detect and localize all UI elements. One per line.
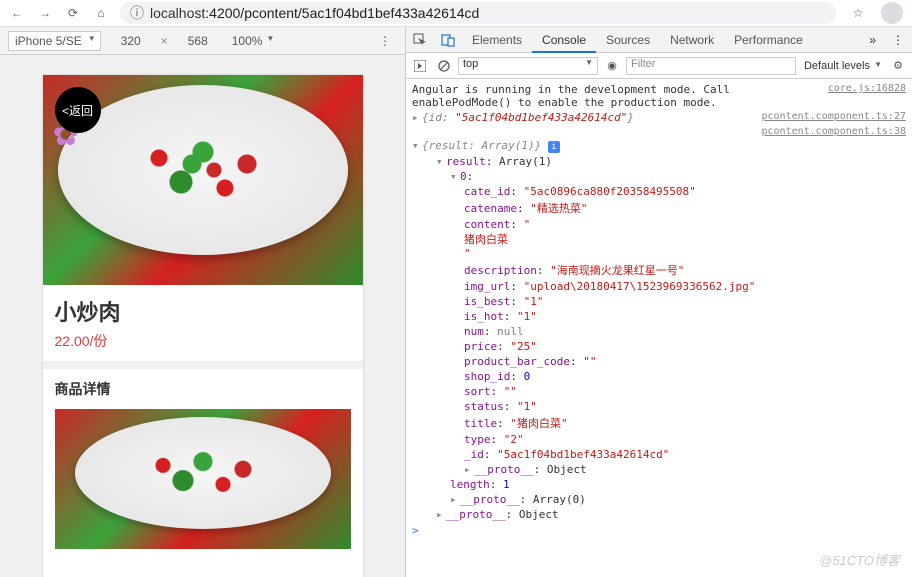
food-plate-illustration [58,85,348,255]
console-line: price: "25" [406,339,912,354]
dish-hero-image: <返回 [43,75,363,285]
zoom-select[interactable]: 100% [228,32,277,50]
tab-console[interactable]: Console [532,27,596,53]
reload-icon[interactable]: ⟳ [64,4,82,22]
console-line: ▾0: [406,169,912,184]
dish-title: 小炒肉 [43,285,363,331]
tabs-overflow-icon[interactable]: » [861,33,884,47]
device-select[interactable]: iPhone 5/SE [8,31,101,51]
tab-network[interactable]: Network [660,27,724,53]
home-icon[interactable]: ⌂ [92,4,110,22]
console-line: ▾{result: Array(1)} i [406,138,912,154]
console-line: content: "猪肉白菜" [406,217,912,261]
clear-console-icon[interactable] [434,56,454,76]
console-line: img_url: "upload\20180417\1523969336562.… [406,279,912,294]
log-levels-select[interactable]: Default levels [800,60,884,72]
console-line: title: "猪肉白菜" [406,414,912,432]
url-host: localhost:4200/pcontent/5ac1f04bd1bef433… [150,5,479,21]
console-line: num: null [406,324,912,339]
device-height-input[interactable]: 568 [178,34,218,48]
url-bar[interactable]: ⓘ localhost:4200/pcontent/5ac1f04bd1bef4… [120,2,836,24]
device-frame: <返回 小炒肉 22.00/份 商品详情 [43,75,363,577]
bookmark-star-icon[interactable]: ☆ [846,1,870,25]
console-line: _id: "5ac1f04bd1bef433a42614cd" [406,447,912,462]
console-line: sort: "" [406,384,912,399]
forward-icon[interactable]: → [36,4,54,22]
dim-separator: × [161,34,168,48]
device-width-input[interactable]: 320 [111,34,151,48]
devtools: ElementsConsoleSourcesNetworkPerformance… [406,27,912,577]
console-output[interactable]: Angular is running in the development mo… [406,79,912,577]
tab-performance[interactable]: Performance [724,27,813,53]
console-settings-icon[interactable]: ⚙ [888,59,908,72]
console-line: ▸__proto__: Object [406,507,912,522]
live-expression-icon[interactable]: ◉ [602,59,622,72]
devtools-menu-icon[interactable]: ⋮ [884,33,912,47]
console-line: is_best: "1" [406,294,912,309]
back-icon[interactable]: ← [8,4,26,22]
detail-heading: 商品详情 [43,369,363,409]
devtools-tabs: ElementsConsoleSourcesNetworkPerformance [462,27,861,53]
console-line: shop_id: 0 [406,369,912,384]
source-link[interactable]: pcontent.component.ts:38 [762,126,907,137]
console-prompt[interactable]: > [406,522,912,539]
tab-sources[interactable]: Sources [596,27,660,53]
console-line: status: "1" [406,399,912,414]
dish-price: 22.00/份 [43,331,363,369]
console-line: ▸{id: "5ac1f04bd1bef433a42614cd"}pconten… [406,110,912,125]
console-line: pcontent.component.ts:38 [406,125,912,138]
console-line: ▾result: Array(1) [406,154,912,169]
back-button[interactable]: <返回 [55,87,101,133]
inspect-icon[interactable] [406,27,434,53]
console-toolbar: top ◉ Filter Default levels ⚙ [406,53,912,79]
console-sidebar-toggle-icon[interactable] [410,56,430,76]
console-line: ▸__proto__: Object [406,462,912,477]
browser-toolbar: ← → ⟳ ⌂ ⓘ localhost:4200/pcontent/5ac1f0… [0,0,912,27]
detail-plate-illustration [75,417,331,529]
console-line: is_hot: "1" [406,309,912,324]
device-panel: iPhone 5/SE 320 × 568 100% ⋮ <返回 小炒肉 22.… [0,27,406,577]
console-line: catename: "精选热菜" [406,199,912,217]
console-line: Angular is running in the development mo… [406,82,912,110]
toggle-device-icon[interactable] [434,27,462,53]
device-toolbar: iPhone 5/SE 320 × 568 100% ⋮ [0,27,405,55]
devtools-header: ElementsConsoleSourcesNetworkPerformance… [406,27,912,53]
console-line: product_bar_code: "" [406,354,912,369]
detail-image [55,409,351,549]
console-line: description: "海南现摘火龙果红星一号" [406,261,912,279]
source-link[interactable]: core.js:16828 [828,83,906,109]
device-more-icon[interactable]: ⋮ [373,34,397,48]
tab-elements[interactable]: Elements [462,27,532,53]
console-line: ▸__proto__: Array(0) [406,492,912,507]
console-line: type: "2" [406,432,912,447]
info-icon: ⓘ [130,3,144,23]
viewport-wrapper: <返回 小炒肉 22.00/份 商品详情 [0,55,405,577]
filter-input[interactable]: Filter [626,57,796,75]
console-line: cate_id: "5ac0896ca880f20358495508" [406,184,912,199]
context-select[interactable]: top [458,57,598,75]
console-line: length: 1 [406,477,912,492]
source-link[interactable]: pcontent.component.ts:27 [762,111,907,124]
user-avatar[interactable] [880,1,904,25]
watermark: @51CTO博客 [819,550,900,569]
